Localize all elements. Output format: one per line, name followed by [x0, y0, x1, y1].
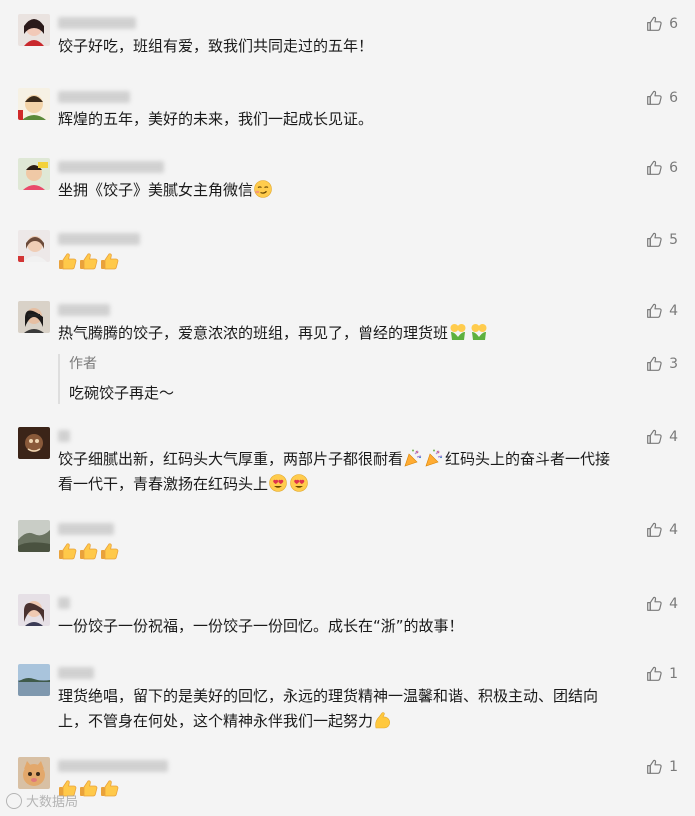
praying-emoji-icon — [448, 322, 468, 342]
comment-text: 理货绝唱，留下的是美好的回忆，永远的理货精神一温馨和谐、积极主动、团结向 上，不管… — [58, 684, 658, 734]
nickname-blurred — [58, 597, 70, 609]
avatar[interactable] — [18, 427, 50, 459]
like-count: 4 — [669, 428, 678, 445]
like-count: 5 — [669, 231, 678, 248]
thumbs-up-icon — [646, 595, 663, 612]
thumbs-up-emoji-icon — [100, 251, 120, 271]
like-count: 6 — [669, 89, 678, 106]
avatar[interactable] — [18, 664, 50, 696]
thumbs-up-emoji-icon — [79, 251, 99, 271]
comment-text-content-2: 红码头上的奋斗者一代接 — [445, 450, 611, 468]
thumbs-up-emoji-icon — [100, 778, 120, 798]
reply-author-label: 作者 — [69, 356, 97, 372]
thumbs-up-emoji-icon — [79, 778, 99, 798]
like-count: 1 — [669, 758, 678, 775]
flexed-biceps-emoji-icon — [373, 710, 393, 730]
thumbs-up-emoji-icon — [58, 251, 78, 271]
like-button[interactable]: 1 — [646, 758, 678, 775]
smirking-emoji-icon — [253, 179, 273, 199]
like-button[interactable]: 6 — [646, 159, 678, 176]
praying-emoji-icon — [469, 322, 489, 342]
comment-text: 饺子好吃，班组有爱，致我们共同走过的五年！ — [58, 37, 374, 55]
like-button[interactable]: 4 — [646, 595, 678, 612]
like-count: 3 — [669, 355, 678, 372]
thumbs-up-icon — [646, 159, 663, 176]
like-count: 1 — [669, 665, 678, 682]
comment-text: 坐拥《饺子》美腻女主角微信 — [58, 178, 658, 203]
like-count: 4 — [669, 521, 678, 538]
like-count: 4 — [669, 595, 678, 612]
comment-text: 热气腾腾的饺子，爱意浓浓的班组，再见了，曾经的理货班 — [58, 321, 658, 346]
thumbs-up-icon — [646, 521, 663, 538]
thumbs-up-emoji-icon — [100, 541, 120, 561]
like-button[interactable]: 4 — [646, 302, 678, 319]
nickname-blurred — [58, 304, 110, 316]
avatar[interactable] — [18, 230, 50, 262]
watermark-logo-icon — [6, 793, 22, 809]
avatar[interactable] — [18, 301, 50, 333]
nickname-blurred — [58, 760, 168, 772]
comment-text: 饺子细腻出新，红码头大气厚重，两部片子都很耐看 红码头上的奋斗者一代接看一代干，青… — [58, 447, 658, 497]
comment-text-content-2: 上，不管身在何处，这个精神永伴我们一起努力 — [58, 712, 374, 730]
avatar[interactable] — [18, 520, 50, 552]
comment-text-content: 饺子细腻出新，红码头大气厚重，两部片子都很耐看 — [58, 450, 404, 468]
thumbs-up-icon — [646, 302, 663, 319]
like-count: 6 — [669, 15, 678, 32]
avatar[interactable] — [18, 14, 50, 46]
comment-text-content: 坐拥《饺子》美腻女主角微信 — [58, 181, 254, 199]
like-button[interactable]: 5 — [646, 231, 678, 248]
like-button[interactable]: 6 — [646, 89, 678, 106]
avatar[interactable] — [18, 158, 50, 190]
watermark-text: 大数据局 — [26, 795, 79, 810]
like-button[interactable]: 4 — [646, 521, 678, 538]
nickname-blurred — [58, 17, 136, 29]
comment-text: 辉煌的五年，美好的未来，我们一起成长见证。 — [58, 110, 374, 128]
nickname-blurred — [58, 233, 140, 245]
party-popper-emoji-icon — [403, 448, 423, 468]
like-button[interactable]: 6 — [646, 15, 678, 32]
thumbs-up-icon — [646, 428, 663, 445]
comment-text-content-3: 看一代干，青春激扬在红码头上 — [58, 475, 269, 493]
thumbs-up-icon — [646, 231, 663, 248]
avatar[interactable] — [18, 757, 50, 789]
avatar[interactable] — [18, 594, 50, 626]
watermark: 大数据局 — [6, 791, 78, 810]
comment-text — [58, 777, 658, 802]
author-reply: 作者 吃碗饺子再走～ — [58, 354, 669, 404]
comment-text-content: 理货绝唱，留下的是美好的回忆，永远的理货精神一温馨和谐、积极主动、团结向 — [58, 687, 599, 705]
thumbs-up-icon — [646, 15, 663, 32]
heart-eyes-emoji-icon — [268, 473, 288, 493]
thumbs-up-emoji-icon — [58, 541, 78, 561]
nickname-blurred — [58, 430, 70, 442]
thumbs-up-icon — [646, 89, 663, 106]
comment-text: 一份饺子一份祝福，一份饺子一份回忆。成长在“浙”的故事！ — [58, 617, 464, 635]
party-popper-emoji-icon — [424, 448, 444, 468]
thumbs-up-emoji-icon — [79, 541, 99, 561]
thumbs-up-icon — [646, 665, 663, 682]
like-button[interactable]: 1 — [646, 665, 678, 682]
comment-text — [58, 540, 658, 565]
nickname-blurred — [58, 667, 94, 679]
comment-text-content: 热气腾腾的饺子，爱意浓浓的班组，再见了，曾经的理货班 — [58, 324, 449, 342]
like-button[interactable]: 4 — [646, 428, 678, 445]
thumbs-up-icon — [646, 355, 663, 372]
comment-text — [58, 250, 658, 275]
like-count: 6 — [669, 159, 678, 176]
reply-like-button[interactable]: 3 — [646, 355, 678, 372]
reply-text: 吃碗饺子再走～ — [69, 384, 175, 402]
thumbs-up-icon — [646, 758, 663, 775]
like-count: 4 — [669, 302, 678, 319]
nickname-blurred — [58, 161, 164, 173]
nickname-blurred — [58, 91, 130, 103]
heart-eyes-emoji-icon — [289, 473, 309, 493]
avatar[interactable] — [18, 88, 50, 120]
nickname-blurred — [58, 523, 114, 535]
